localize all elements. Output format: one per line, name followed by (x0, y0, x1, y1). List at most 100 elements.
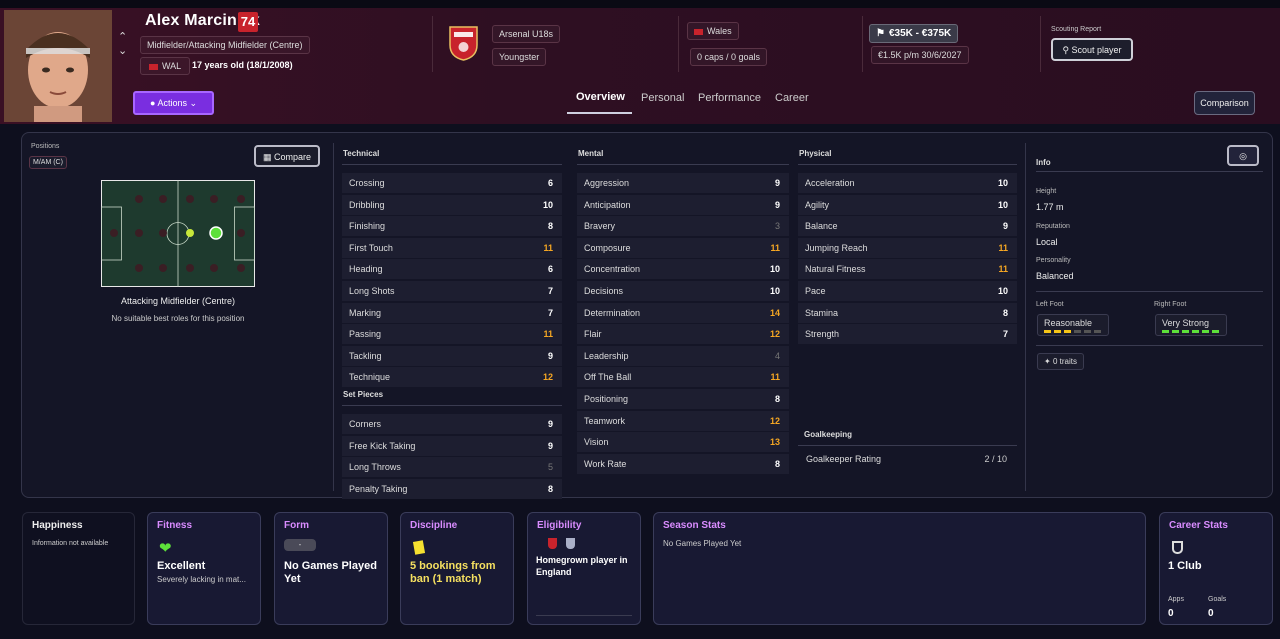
tab-overview[interactable]: Overview (576, 91, 625, 103)
attribute-value: 7 (1002, 329, 1008, 340)
attribute-row[interactable]: Corners 9 (342, 414, 562, 434)
next-player-icon[interactable]: ⌄ (118, 44, 127, 57)
pitch-map[interactable] (101, 180, 255, 287)
eligibility-card[interactable]: Eligibility Homegrown player in England (527, 512, 641, 625)
attribute-row[interactable]: Passing 11 (342, 324, 562, 345)
attribute-name: Composure (584, 242, 631, 253)
target-icon: ◎ (1239, 151, 1247, 161)
attribute-value: 4 (774, 350, 780, 361)
nation-pill[interactable]: Wales (687, 22, 739, 40)
attribute-value: 3 (774, 221, 780, 232)
club-crest-icon[interactable] (448, 25, 479, 61)
comparison-button[interactable]: Comparison (1194, 91, 1255, 115)
attribute-row[interactable]: Teamwork 12 (577, 410, 789, 431)
personality-value: Balanced (1036, 271, 1074, 281)
attribute-row[interactable]: Long Shots 7 (342, 281, 562, 301)
attribute-row[interactable]: Determination 14 (577, 302, 789, 323)
attribute-value: 11 (770, 242, 780, 253)
tab-active-indicator (567, 112, 632, 114)
foot-meter-segment (1172, 330, 1179, 333)
attribute-row[interactable]: Technique 12 (342, 367, 562, 388)
attribute-row[interactable]: Jumping Reach 11 (798, 237, 1017, 258)
previous-player-icon[interactable]: ⌃ (118, 30, 127, 43)
actions-button[interactable]: ● Actions ⌄ (133, 91, 214, 115)
season-stats-card[interactable]: Season Stats No Games Played Yet (653, 512, 1146, 625)
attribute-value: 8 (547, 483, 553, 494)
positions-label: Positions (31, 143, 60, 150)
attribute-name: Free Kick Taking (349, 440, 416, 451)
caps-pill: 0 caps / 0 goals (690, 48, 768, 66)
attribute-name: Pace (805, 286, 826, 296)
section-rule (577, 164, 789, 165)
attribute-row[interactable]: Stamina 8 (798, 302, 1017, 323)
tab-performance[interactable]: Performance (698, 92, 761, 104)
attribute-row[interactable]: Leadership 4 (577, 345, 789, 366)
goals-label: Goals (1208, 596, 1227, 603)
top-strip (0, 0, 1280, 8)
attribute-row[interactable]: Crossing 6 (342, 173, 562, 193)
form-card[interactable]: Form - No Games Played Yet (274, 512, 388, 625)
attribute-row[interactable]: Positioning 8 (577, 389, 789, 409)
compare-button[interactable]: ▦ Compare (254, 145, 320, 167)
attribute-value: 10 (542, 199, 553, 210)
discipline-title: Discipline (410, 520, 458, 531)
goals-value: 0 (1208, 608, 1214, 619)
attribute-row[interactable]: Composure 11 (577, 237, 789, 258)
attribute-name: Concentration (584, 264, 641, 275)
technical-title: Technical (343, 149, 380, 158)
attribute-row[interactable]: Off The Ball 11 (577, 367, 789, 388)
tab-career[interactable]: Career (775, 92, 809, 104)
right-foot-label: Right Foot (1154, 301, 1187, 308)
attribute-row[interactable]: Heading 6 (342, 259, 562, 280)
attribute-row[interactable]: Aggression 9 (577, 173, 789, 193)
attribute-row[interactable]: Bravery 3 (577, 216, 789, 237)
attribute-value: 8 (547, 221, 553, 232)
header-divider (432, 16, 433, 72)
attribute-row[interactable]: Anticipation 9 (577, 194, 789, 215)
attribute-name: Decisions (584, 286, 624, 296)
attribute-row[interactable]: Balance 9 (798, 216, 1017, 237)
wage-contract: €1.5K p/m 30/6/2027 (871, 46, 969, 64)
foot-meter-segment (1182, 330, 1189, 333)
attribute-row[interactable]: Natural Fitness 11 (798, 259, 1017, 280)
age-text: 17 years old (18/1/2008) (192, 60, 293, 70)
scout-player-button[interactable]: ⚲ Scout player (1051, 38, 1133, 61)
attribute-row[interactable]: Free Kick Taking 9 (342, 435, 562, 456)
fitness-note: Severely lacking in mat... (157, 575, 246, 584)
attribute-row[interactable]: Finishing 8 (342, 216, 562, 237)
info-settings-button[interactable]: ◎ (1227, 145, 1259, 166)
attribute-row[interactable]: Work Rate 8 (577, 453, 789, 474)
attribute-row[interactable]: First Touch 11 (342, 237, 562, 258)
attribute-row[interactable]: Decisions 10 (577, 281, 789, 301)
attribute-row[interactable]: Vision 13 (577, 432, 789, 453)
traits-pill[interactable]: ✦ 0 traits (1037, 353, 1084, 370)
attribute-row[interactable]: Marking 7 (342, 302, 562, 323)
attribute-row[interactable]: Acceleration 10 (798, 173, 1017, 193)
happiness-card[interactable]: Happiness Information not available (22, 512, 135, 625)
discipline-card[interactable]: Discipline 5 bookings from ban (1 match) (400, 512, 514, 625)
attribute-row[interactable]: Pace 10 (798, 281, 1017, 301)
foot-meter-segment (1074, 330, 1081, 333)
value-text: €35K - €375K (888, 28, 952, 39)
attribute-row[interactable]: Long Throws 5 (342, 457, 562, 478)
attribute-name: Long Throws (349, 462, 401, 473)
tab-personal[interactable]: Personal (641, 92, 684, 104)
attribute-value: 10 (769, 264, 780, 275)
attribute-row[interactable]: Flair 12 (577, 324, 789, 345)
attribute-value: 8 (1002, 307, 1008, 318)
club-name[interactable]: Arsenal U18s (492, 25, 561, 43)
career-stats-card[interactable]: Career Stats 1 Club Apps 0 Goals 0 (1159, 512, 1273, 625)
attribute-row[interactable]: Tackling 9 (342, 345, 562, 366)
attribute-row[interactable]: Concentration 10 (577, 259, 789, 280)
attribute-value: 10 (997, 199, 1008, 210)
fitness-title: Fitness (157, 520, 193, 531)
attribute-name: First Touch (349, 242, 393, 253)
attribute-value: 5 (547, 462, 553, 473)
attribute-row[interactable]: Dribbling 10 (342, 194, 562, 215)
fitness-card[interactable]: Fitness ❤ Excellent Severely lacking in … (147, 512, 261, 625)
attribute-name: Natural Fitness (805, 264, 866, 275)
attribute-row[interactable]: Penalty Taking 8 (342, 478, 562, 499)
attribute-row[interactable]: Strength 7 (798, 324, 1017, 345)
attribute-row[interactable]: Agility 10 (798, 194, 1017, 215)
attribute-value: 10 (769, 286, 780, 296)
